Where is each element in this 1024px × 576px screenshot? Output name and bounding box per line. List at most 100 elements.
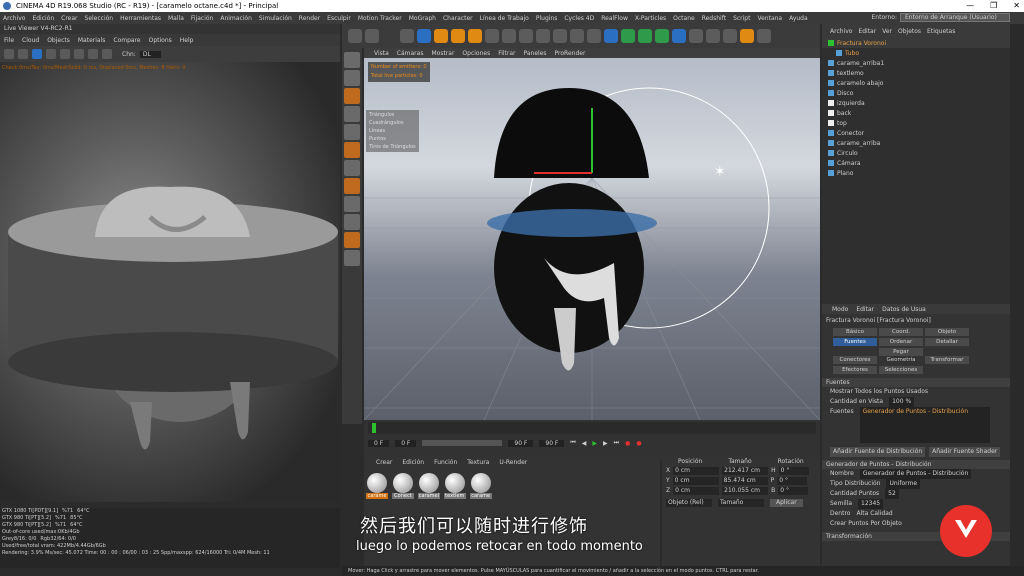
timeline-max[interactable]: 90 F bbox=[539, 439, 565, 447]
qty-view-field[interactable]: 100 % bbox=[889, 397, 915, 407]
uv-mode-icon[interactable] bbox=[344, 142, 360, 158]
apply-button[interactable]: Aplicar bbox=[770, 499, 803, 507]
menu-motion-tracker[interactable]: Motion Tracker bbox=[358, 15, 402, 22]
goto-end-icon[interactable]: ⏭ bbox=[614, 439, 619, 447]
lv-menu-objects[interactable]: Objects bbox=[47, 37, 70, 44]
minimize-icon[interactable]: — bbox=[966, 0, 974, 12]
x-axis-icon[interactable] bbox=[485, 29, 499, 43]
timeline-end[interactable]: 90 F bbox=[508, 439, 534, 447]
attr-menu-modo[interactable]: Modo bbox=[832, 306, 848, 313]
maximize-icon[interactable]: ❐ bbox=[990, 0, 997, 12]
tweak-icon[interactable] bbox=[344, 196, 360, 212]
lv-menu-compare[interactable]: Compare bbox=[113, 37, 140, 44]
menu-animacion[interactable]: Animación bbox=[220, 15, 252, 22]
mat-menu-crear[interactable]: Crear bbox=[376, 459, 392, 466]
menu-seleccion[interactable]: Selección bbox=[85, 15, 114, 22]
object-item[interactable]: Circulo bbox=[822, 148, 1010, 158]
tab-coord[interactable]: Coord. bbox=[879, 328, 923, 336]
region-render-icon[interactable] bbox=[60, 49, 70, 59]
record-icon[interactable]: ● bbox=[625, 440, 630, 447]
rot-h-field[interactable]: 0 ° bbox=[778, 467, 809, 475]
move-icon[interactable] bbox=[417, 29, 431, 43]
timeline-ruler[interactable] bbox=[368, 422, 816, 434]
tab-objeto[interactable]: Objeto bbox=[925, 328, 969, 336]
point-count-field[interactable]: 52 bbox=[885, 489, 899, 499]
menu-realflow[interactable]: RealFlow bbox=[601, 15, 628, 22]
side-tab-strip[interactable] bbox=[1010, 24, 1024, 566]
mat-menu-urender[interactable]: U-Render bbox=[499, 459, 527, 466]
timeline-current[interactable]: 0 F bbox=[368, 439, 390, 447]
save-image-icon[interactable] bbox=[88, 49, 98, 59]
camera-icon[interactable] bbox=[706, 29, 720, 43]
attr-menu-editar[interactable]: Editar bbox=[856, 306, 874, 313]
size-y-field[interactable]: 85.474 cm bbox=[721, 477, 768, 485]
menu-redshift[interactable]: Redshift bbox=[702, 15, 726, 22]
make-editable-icon[interactable] bbox=[344, 52, 360, 68]
menu-crear[interactable]: Crear bbox=[61, 15, 77, 22]
coord-size-select[interactable]: Tamaño bbox=[718, 499, 764, 507]
object-item-voronoi[interactable]: Fractura Voronoi bbox=[822, 38, 1010, 48]
add-distribution-source-button[interactable]: Añadir Fuente de Distribución bbox=[830, 447, 926, 457]
rotate-icon[interactable] bbox=[451, 29, 465, 43]
name-field[interactable]: Generador de Puntos - Distribución bbox=[859, 469, 972, 479]
object-item[interactable]: top bbox=[822, 118, 1010, 128]
rot-p-field[interactable]: 0 ° bbox=[777, 477, 808, 485]
seed-field[interactable]: 12345 bbox=[858, 499, 884, 509]
om-menu-editar[interactable]: Editar bbox=[858, 28, 876, 35]
object-item-tubo[interactable]: Tubo bbox=[822, 48, 1010, 58]
rot-b-field[interactable]: 0 ° bbox=[778, 487, 809, 495]
lv-menu-materials[interactable]: Materials bbox=[78, 37, 106, 44]
tab-conectores[interactable]: Conectores bbox=[833, 356, 877, 364]
material-swatch[interactable]: carame bbox=[469, 471, 492, 501]
tab-transformar[interactable]: Transformar bbox=[925, 356, 969, 364]
stop-render-icon[interactable] bbox=[46, 49, 56, 59]
coord-mode-select[interactable]: Objeto (Rel) bbox=[666, 499, 712, 507]
next-frame-icon[interactable]: ▶ bbox=[603, 440, 608, 447]
point-mode-icon[interactable] bbox=[344, 124, 360, 140]
restart-render-icon[interactable] bbox=[18, 49, 28, 59]
menu-edicion[interactable]: Edición bbox=[32, 15, 54, 22]
material-swatch[interactable]: carame bbox=[366, 471, 388, 501]
vp-menu-prorender[interactable]: ProRender bbox=[555, 50, 586, 57]
edge-mode-icon[interactable] bbox=[344, 106, 360, 122]
tab-fuentes[interactable]: Fuentes bbox=[833, 338, 877, 346]
octane-icon[interactable] bbox=[740, 29, 754, 43]
scale-icon[interactable] bbox=[434, 29, 448, 43]
y-axis-icon[interactable] bbox=[502, 29, 516, 43]
mat-menu-textura[interactable]: Textura bbox=[467, 459, 489, 466]
object-item[interactable]: Cámara bbox=[822, 158, 1010, 168]
pick-focus-icon[interactable] bbox=[74, 49, 84, 59]
magnet-icon[interactable] bbox=[344, 232, 360, 248]
material-swatch[interactable]: Conect bbox=[391, 471, 414, 501]
menu-plugins[interactable]: Plugins bbox=[536, 15, 558, 22]
menu-cycles4d[interactable]: Cycles 4D bbox=[564, 15, 594, 22]
material-swatch[interactable]: caramel bbox=[417, 471, 440, 501]
3d-viewport[interactable]: ✶ bbox=[364, 58, 820, 420]
menu-character[interactable]: Character bbox=[443, 15, 473, 22]
inside-checkbox[interactable]: Dentro bbox=[830, 509, 850, 519]
vp-menu-filtrar[interactable]: Filtrar bbox=[498, 50, 515, 57]
solo-icon[interactable] bbox=[344, 214, 360, 230]
object-item[interactable]: Conector bbox=[822, 128, 1010, 138]
menu-linea-trabajo[interactable]: Línea de Trabajo bbox=[480, 15, 529, 22]
range-slider[interactable] bbox=[422, 440, 503, 446]
menu-mograph[interactable]: MoGraph bbox=[409, 15, 436, 22]
om-menu-objetos[interactable]: Objetos bbox=[898, 28, 921, 35]
mat-menu-edicion[interactable]: Edición bbox=[402, 459, 424, 466]
tab-basico[interactable]: Básico bbox=[833, 328, 877, 336]
material-swatch[interactable]: textlem bbox=[443, 471, 466, 501]
pos-x-field[interactable]: 0 cm bbox=[673, 467, 720, 475]
add-shader-source-button[interactable]: Añadir Fuente Shader bbox=[929, 447, 1001, 457]
menu-octane[interactable]: Octane bbox=[673, 15, 695, 22]
z-axis-icon[interactable] bbox=[519, 29, 533, 43]
menu-fijacion[interactable]: Fijación bbox=[191, 15, 213, 22]
autokey-icon[interactable]: ● bbox=[636, 440, 641, 447]
size-x-field[interactable]: 212.417 cm bbox=[722, 467, 769, 475]
menu-archivo[interactable]: Archivo bbox=[3, 15, 25, 22]
cube-icon[interactable] bbox=[604, 29, 618, 43]
floor-icon[interactable] bbox=[689, 29, 703, 43]
axis-icon[interactable] bbox=[344, 178, 360, 194]
fuentes-list[interactable]: Generador de Puntos - Distribución bbox=[859, 407, 990, 443]
menu-ayuda[interactable]: Ayuda bbox=[789, 15, 808, 22]
render-picture-icon[interactable] bbox=[570, 29, 584, 43]
